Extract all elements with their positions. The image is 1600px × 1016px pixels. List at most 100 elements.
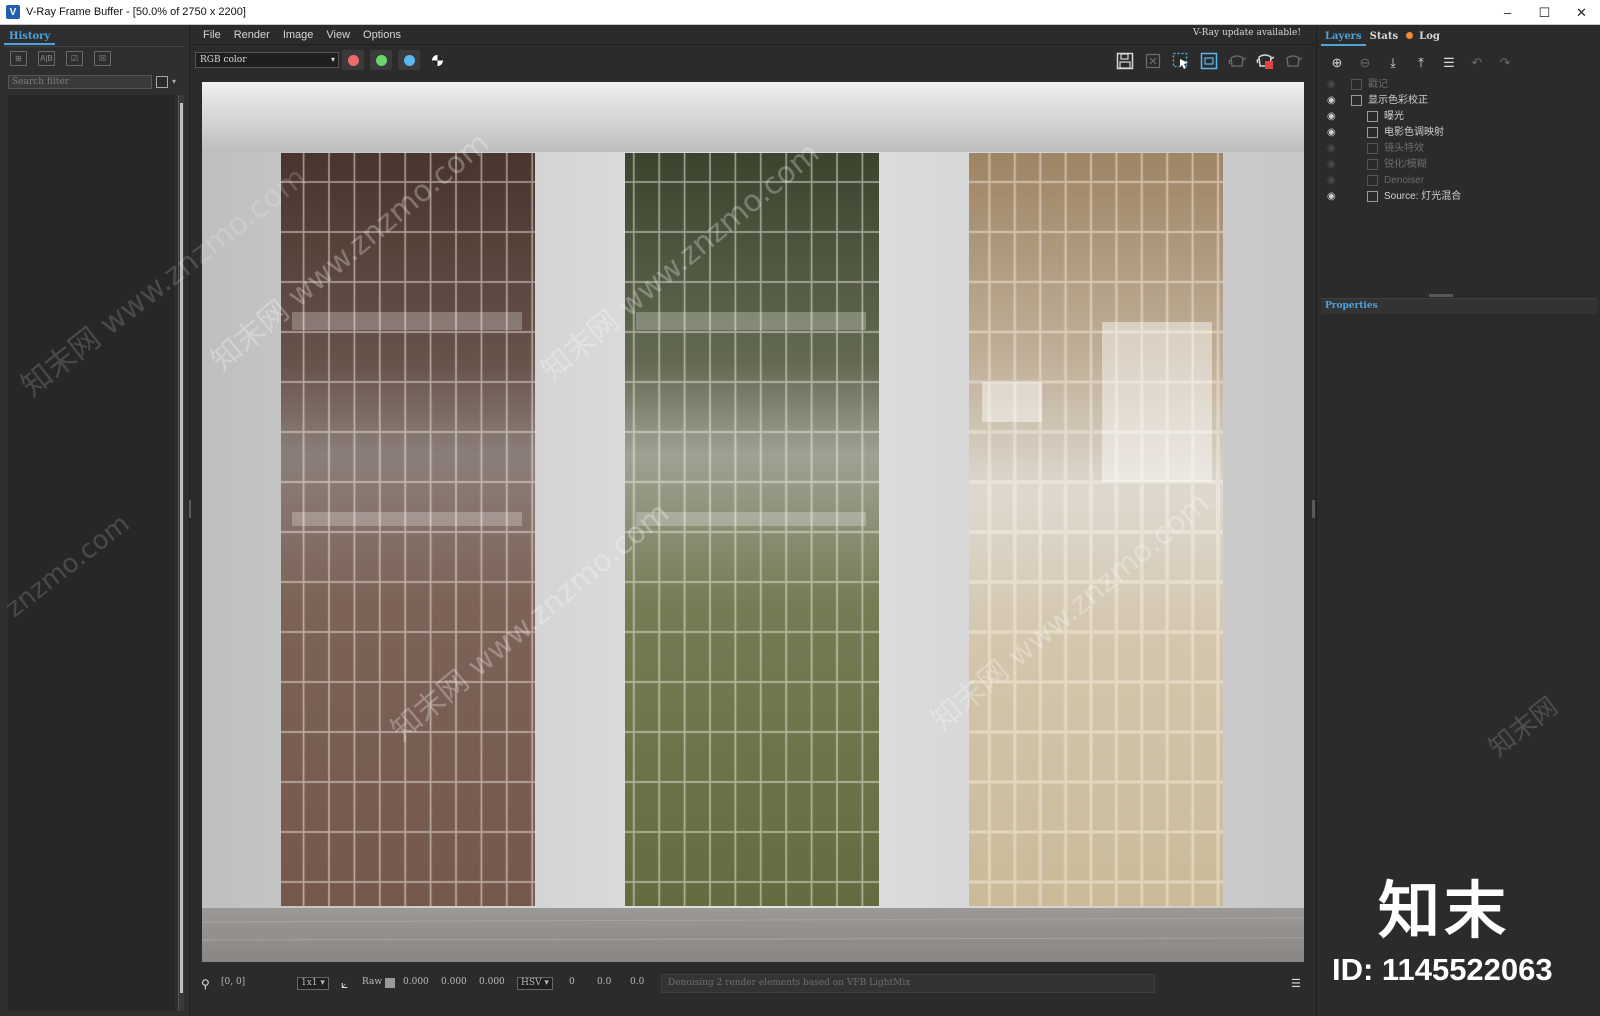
save-layer-preset-icon[interactable]: ⤓ <box>1383 54 1403 72</box>
eye-visibility-icon[interactable]: ◉ <box>1327 173 1341 189</box>
right-tabs: Layers Stats Log <box>1321 28 1444 46</box>
history-scrollbar[interactable] <box>178 95 184 1011</box>
color-space-select[interactable]: HSV ▾ <box>517 977 553 990</box>
channel-select[interactable]: RGB color ▾ <box>195 52 339 68</box>
search-filter-dropdown-icon[interactable]: ▾ <box>172 76 182 88</box>
menu-options[interactable]: Options <box>363 29 401 41</box>
eye-visibility-icon[interactable]: ◉ <box>1327 109 1341 125</box>
status-bar: ⚲ [0, 0] 1x1 ▾ ⟀ Raw 0.000 0.000 0.000 H… <box>191 972 1315 996</box>
close-button[interactable]: ✕ <box>1563 0 1600 25</box>
clear-image-icon[interactable] <box>1142 50 1164 72</box>
window-title: V-Ray Frame Buffer - [50.0% of 2750 x 22… <box>26 6 246 18</box>
history-list[interactable] <box>8 95 175 1011</box>
tab-layers[interactable]: Layers <box>1321 28 1366 46</box>
tab-stats[interactable]: Stats <box>1366 28 1403 46</box>
undo-icon[interactable]: ↶ <box>1467 54 1487 72</box>
history-save-icon[interactable]: ⊞ <box>10 51 27 66</box>
history-search-input[interactable]: Search filter <box>8 75 152 89</box>
history-compare-ab-icon[interactable]: A|B <box>38 51 55 66</box>
right-splitter-handle[interactable] <box>1312 500 1315 518</box>
layers-toolbar: ⊕ ⊖ ⤓ ⤒ ☰ ↶ ↷ <box>1327 54 1515 72</box>
pixel-coords: [0, 0] <box>221 977 246 987</box>
layer-row[interactable]: ◉ Source: 灯光混合 <box>1321 189 1597 205</box>
eye-visibility-icon[interactable]: ◉ <box>1327 125 1341 141</box>
raw-label: Raw <box>362 977 383 987</box>
zoom-select[interactable]: 1x1 ▾ <box>297 977 329 990</box>
delete-layer-icon[interactable]: ⊖ <box>1355 54 1375 72</box>
menu-view[interactable]: View <box>326 29 350 41</box>
color-space-value: HSV <box>521 978 542 988</box>
layer-label: 戳记 <box>1368 79 1388 90</box>
blue-channel-button[interactable] <box>398 50 420 70</box>
status-message: Denoising 2 render elements based on VFB… <box>661 974 1155 993</box>
vray-app-icon: V <box>6 5 20 19</box>
minimize-button[interactable]: – <box>1489 0 1526 25</box>
region-select-icon[interactable] <box>1170 50 1192 72</box>
stop-render-teapot-icon[interactable] <box>1254 50 1276 72</box>
blue-dot-icon <box>403 54 415 66</box>
layer-row[interactable]: ◉ 显示色彩校正 <box>1321 93 1597 109</box>
properties-header: Properties <box>1321 298 1597 314</box>
eye-visibility-icon[interactable]: ◉ <box>1327 157 1341 173</box>
hue-value: 0 <box>569 977 575 987</box>
red-dot-icon <box>347 54 359 66</box>
maximize-button[interactable]: ☐ <box>1526 0 1563 25</box>
layer-label: 镜头特效 <box>1384 143 1424 154</box>
alpha-icon <box>431 54 443 66</box>
eye-visibility-icon[interactable]: ◉ <box>1327 93 1341 109</box>
layer-label: 锐化/模糊 <box>1384 159 1427 170</box>
panel-divider-handle[interactable] <box>1429 294 1453 297</box>
eye-visibility-icon[interactable]: ◉ <box>1327 77 1341 93</box>
layer-type-icon <box>1367 191 1378 202</box>
title-bar: V V-Ray Frame Buffer - [50.0% of 2750 x … <box>0 0 1600 25</box>
render-teapot-icon[interactable] <box>1226 50 1248 72</box>
red-channel-button[interactable] <box>342 50 364 70</box>
layer-row[interactable]: ◉ 曝光 <box>1321 109 1597 125</box>
alpha-channel-button[interactable] <box>426 50 448 70</box>
history-remove-icon[interactable]: ☒ <box>94 51 111 66</box>
scrollbar-thumb[interactable] <box>180 103 183 993</box>
main-area: File Render Image View Options V-Ray upd… <box>191 25 1315 1016</box>
history-load-icon[interactable]: ☑ <box>66 51 83 66</box>
update-notice-link[interactable]: V-Ray update available! <box>1193 28 1301 38</box>
zoom-select-value: 1x1 <box>301 978 318 988</box>
search-filter-checkbox[interactable] <box>156 76 168 88</box>
layer-label: 显示色彩校正 <box>1368 95 1428 106</box>
interactive-render-icon[interactable] <box>1282 50 1304 72</box>
add-layer-icon[interactable]: ⊕ <box>1327 54 1347 72</box>
layer-row[interactable]: ◉ 戳记 <box>1321 77 1597 93</box>
region-render-icon[interactable] <box>1198 50 1220 72</box>
load-layer-preset-icon[interactable]: ⤒ <box>1411 54 1431 72</box>
layer-type-icon <box>1367 111 1378 122</box>
redo-icon[interactable]: ↷ <box>1495 54 1515 72</box>
layer-type-icon <box>1367 175 1378 186</box>
eye-visibility-icon[interactable]: ◉ <box>1327 141 1341 157</box>
properties-label: Properties <box>1325 301 1378 311</box>
lock-icon[interactable]: ⚲ <box>201 977 210 991</box>
layer-label: Source: 灯光混合 <box>1384 191 1462 202</box>
save-image-icon[interactable] <box>1114 50 1136 72</box>
value-value: 0.0 <box>630 977 645 987</box>
pixel-b-value: 0.000 <box>479 977 505 987</box>
layer-row[interactable]: ◉ Denoiser <box>1321 173 1597 189</box>
color-picker-icon[interactable]: ⟀ <box>341 977 348 992</box>
chevron-down-icon: ▾ <box>330 55 335 64</box>
layer-row[interactable]: ◉ 锐化/模糊 <box>1321 157 1597 173</box>
image-toolbar: RGB color ▾ <box>191 46 1315 74</box>
layer-list-icon[interactable]: ☰ <box>1439 54 1459 72</box>
menu-file[interactable]: File <box>203 29 221 41</box>
log-toggle-icon[interactable]: ☰ <box>1291 977 1301 990</box>
saturation-value: 0.0 <box>597 977 612 987</box>
tab-log[interactable]: Log <box>1402 28 1444 46</box>
pixel-color-swatch <box>385 978 395 988</box>
eye-visibility-icon[interactable]: ◉ <box>1327 189 1341 205</box>
layer-row[interactable]: ◉ 电影色调映射 <box>1321 125 1597 141</box>
menu-image[interactable]: Image <box>283 29 314 41</box>
layer-row[interactable]: ◉ 镜头特效 <box>1321 141 1597 157</box>
menu-render[interactable]: Render <box>234 29 270 41</box>
brand-id: ID: 1145522063 <box>1332 952 1553 987</box>
tab-history[interactable]: History <box>4 28 56 45</box>
green-channel-button[interactable] <box>370 50 392 70</box>
layer-type-icon <box>1367 159 1378 170</box>
render-viewport[interactable]: 知末网 www.znzmo.com 知末网 www.znzmo.com 知末网 … <box>202 82 1304 962</box>
